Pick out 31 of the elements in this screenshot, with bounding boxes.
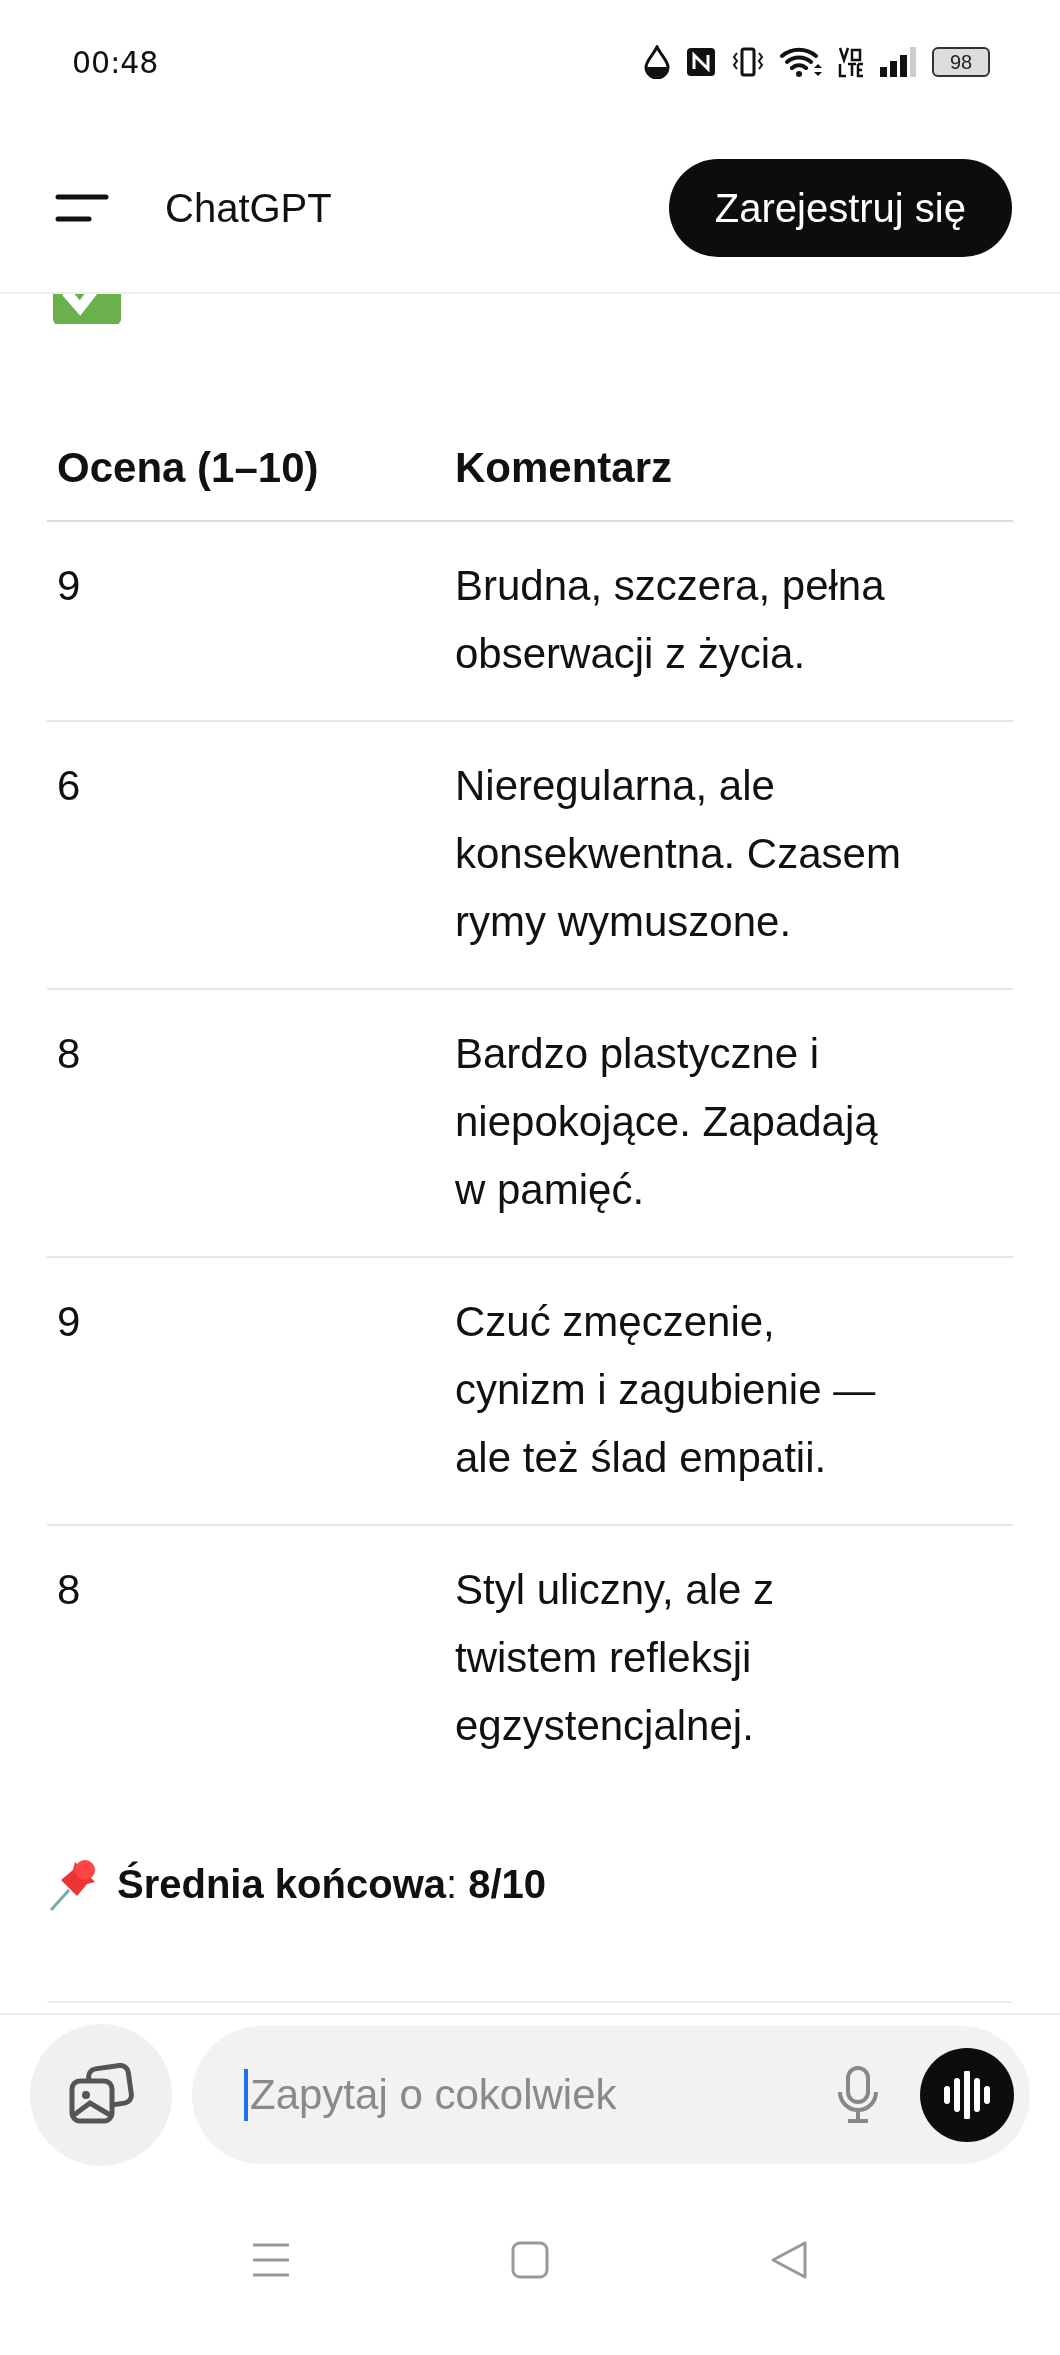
menu-icon[interactable]	[55, 193, 109, 223]
images-icon	[68, 2063, 134, 2127]
table-cell: 9	[47, 521, 445, 721]
table-cell: 8	[47, 989, 445, 1257]
table-cell: Nieregularna, ale konsekwentna. Czasem rymy wymuszone.	[445, 721, 1013, 989]
column-header: Ocena (1–10)	[47, 424, 445, 521]
average-score: Średnia końcowa: 8/10	[117, 1861, 547, 1907]
home-icon[interactable]	[511, 2241, 549, 2279]
table-cell: 9	[47, 1257, 445, 1525]
table-cell: Bardzo plastyczne i niepokojące. Zapadają w pamięć.	[445, 989, 1013, 1257]
table-cell: Czuć zmęczenie, cynizm i zagubienie — ale też ślad empatii.	[445, 1257, 1013, 1525]
vibrate-icon	[732, 47, 764, 77]
table-cell: Brudna, szczera, pełna obserwacji z życia.	[445, 521, 1013, 721]
nfc-icon	[686, 47, 716, 77]
table-cell: 8	[47, 1525, 445, 1792]
app-title: ChatGPT	[165, 185, 333, 231]
microphone-icon[interactable]	[836, 2066, 880, 2124]
back-icon[interactable]	[769, 2240, 809, 2280]
status-time: 00:48	[72, 44, 159, 80]
signup-button[interactable]: Zarejestruj się	[668, 159, 1012, 257]
table-cell: 6	[47, 721, 445, 989]
table-cell: Styl uliczny, ale z twistem refleksji egzystencjalnej.	[445, 1525, 1013, 1792]
drop-icon	[644, 45, 670, 79]
message-input[interactable]: Zapytaj o cokolwiek	[248, 2070, 796, 2120]
battery-level: 98	[949, 50, 973, 74]
waveform-icon	[943, 2071, 991, 2119]
recent-apps-icon[interactable]	[251, 2242, 291, 2278]
column-header: Komentarz	[445, 424, 1013, 521]
volte-icon	[838, 46, 864, 78]
signal-icon	[880, 47, 916, 77]
wifi-icon	[780, 46, 822, 78]
